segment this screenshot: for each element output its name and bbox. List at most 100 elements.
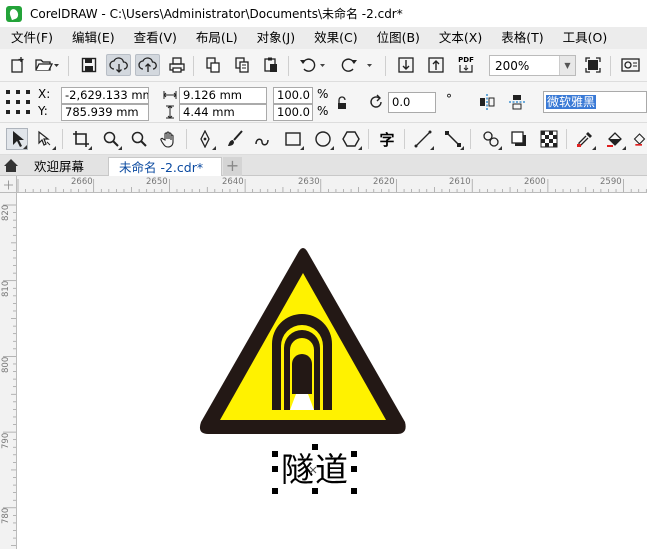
selection-handle[interactable] bbox=[312, 488, 318, 494]
ruler-label: 2650 bbox=[146, 177, 168, 187]
pan-tool-icon[interactable] bbox=[158, 128, 180, 150]
zoom-out-tool-icon[interactable] bbox=[128, 128, 150, 150]
selection-handle[interactable] bbox=[351, 451, 357, 457]
selection-handle[interactable] bbox=[312, 444, 318, 450]
ruler-label: 2640 bbox=[222, 177, 244, 187]
reference-point-grid-icon[interactable] bbox=[5, 89, 31, 115]
export-icon[interactable] bbox=[424, 54, 448, 76]
menu-object[interactable]: 对象(J) bbox=[246, 27, 303, 49]
interactive-fill-icon[interactable] bbox=[604, 128, 626, 150]
percent-label: % bbox=[317, 87, 329, 101]
percent-label: % bbox=[317, 104, 329, 118]
options-icon[interactable] bbox=[618, 54, 644, 76]
cloud-import-icon[interactable] bbox=[106, 54, 131, 76]
width-icon bbox=[163, 89, 177, 103]
artistic-media-icon[interactable] bbox=[224, 128, 246, 150]
ruler-label: 790 bbox=[1, 432, 11, 449]
ruler-label: 820 bbox=[1, 204, 11, 221]
window-title: CorelDRAW - C:\Users\Administrator\Docum… bbox=[30, 7, 403, 21]
selection-handle[interactable] bbox=[272, 451, 278, 457]
menu-file[interactable]: 文件(F) bbox=[0, 27, 61, 49]
menu-table[interactable]: 表格(T) bbox=[490, 27, 551, 49]
ellipse-tool-icon[interactable] bbox=[312, 128, 334, 150]
ruler-label: 2590 bbox=[600, 177, 622, 187]
rotation-angle-field[interactable]: 0.0 bbox=[388, 92, 436, 113]
menu-bitmaps[interactable]: 位图(B) bbox=[366, 27, 428, 49]
crop-tool-icon[interactable] bbox=[70, 128, 92, 150]
menu-layout[interactable]: 布局(L) bbox=[185, 27, 246, 49]
menu-view[interactable]: 查看(V) bbox=[123, 27, 185, 49]
zoom-level-combo[interactable]: 200% ▼ bbox=[489, 55, 576, 76]
coreldraw-app-icon bbox=[6, 5, 22, 22]
undo-icon[interactable] bbox=[296, 54, 330, 76]
pen-tool-icon[interactable] bbox=[194, 128, 216, 150]
full-screen-preview-icon[interactable] bbox=[582, 54, 604, 76]
selection-handle[interactable] bbox=[272, 488, 278, 494]
selection-center-marker bbox=[309, 466, 317, 474]
drawing-canvas[interactable]: 隧道 bbox=[18, 194, 647, 549]
new-document-icon[interactable] bbox=[6, 54, 30, 76]
height-icon bbox=[165, 105, 175, 122]
mirror-vertical-icon[interactable] bbox=[508, 93, 526, 114]
x-position-label: X: bbox=[38, 87, 51, 101]
open-folder-icon[interactable] bbox=[33, 54, 61, 76]
add-tab-icon[interactable]: + bbox=[223, 157, 242, 176]
ruler-origin[interactable] bbox=[0, 176, 17, 193]
selection-handle[interactable] bbox=[351, 488, 357, 494]
home-icon[interactable] bbox=[3, 158, 19, 176]
polygon-tool-icon[interactable] bbox=[340, 128, 362, 150]
scale-width-field[interactable]: 100.0 bbox=[273, 87, 313, 104]
menu-tools[interactable]: 工具(O) bbox=[552, 27, 616, 49]
degree-label: ° bbox=[446, 92, 452, 106]
height-field[interactable]: 4.44 mm bbox=[179, 104, 267, 121]
save-icon[interactable] bbox=[78, 54, 100, 76]
publish-pdf-button[interactable]: PDF bbox=[453, 54, 479, 76]
connector-tool-icon[interactable] bbox=[442, 128, 464, 150]
document-tabs: 欢迎屏幕 未命名 -2.cdr* + bbox=[0, 155, 647, 176]
tab-document[interactable]: 未命名 -2.cdr* bbox=[108, 157, 222, 176]
ruler-label: 780 bbox=[1, 507, 11, 524]
import-icon[interactable] bbox=[394, 54, 418, 76]
drop-shadow-tool-icon[interactable] bbox=[508, 128, 530, 150]
tunnel-warning-sign[interactable] bbox=[18, 194, 647, 549]
paste-icon[interactable] bbox=[260, 54, 282, 76]
width-field[interactable]: 9.126 mm bbox=[179, 87, 267, 104]
blend-tool-icon[interactable] bbox=[480, 128, 502, 150]
vertical-ruler[interactable]: 820 810 800 790 780 bbox=[0, 193, 17, 549]
curve-tool-icon[interactable] bbox=[252, 128, 274, 150]
rotate-icon bbox=[367, 93, 385, 114]
parallel-dimension-icon[interactable] bbox=[412, 128, 434, 150]
menu-edit[interactable]: 编辑(E) bbox=[61, 27, 123, 49]
font-list-field[interactable]: 微软雅黑 bbox=[543, 91, 647, 113]
smart-fill-icon[interactable] bbox=[632, 128, 647, 150]
scale-height-field[interactable]: 100.0 bbox=[273, 104, 313, 121]
text-tool-icon[interactable]: 字 bbox=[376, 128, 398, 150]
selection-handle[interactable] bbox=[272, 466, 278, 472]
y-position-field[interactable]: 785.939 mm bbox=[61, 104, 149, 121]
pick-tool-icon[interactable] bbox=[6, 128, 28, 150]
shape-tool-icon[interactable] bbox=[34, 128, 56, 150]
ruler-label: 2620 bbox=[373, 177, 395, 187]
ruler-label: 2630 bbox=[298, 177, 320, 187]
redo-icon[interactable] bbox=[337, 54, 377, 76]
tab-welcome-screen[interactable]: 欢迎屏幕 bbox=[24, 157, 94, 176]
standard-toolbar: PDF 200% ▼ bbox=[0, 49, 647, 82]
x-position-field[interactable]: -2,629.133 mm bbox=[61, 87, 149, 104]
rectangle-tool-icon[interactable] bbox=[282, 128, 304, 150]
y-position-label: Y: bbox=[38, 104, 48, 118]
cut-icon[interactable] bbox=[202, 54, 224, 76]
transparency-tool-icon[interactable] bbox=[538, 128, 560, 150]
cloud-export-icon[interactable] bbox=[135, 54, 160, 76]
mirror-horizontal-icon[interactable] bbox=[478, 93, 496, 114]
lock-ratio-icon[interactable] bbox=[336, 96, 348, 113]
menu-effects[interactable]: 效果(C) bbox=[303, 27, 365, 49]
copy-icon[interactable] bbox=[231, 54, 253, 76]
menu-text[interactable]: 文本(X) bbox=[428, 27, 490, 49]
selection-handle[interactable] bbox=[351, 466, 357, 472]
eyedropper-tool-icon[interactable] bbox=[574, 128, 596, 150]
pdf-label: PDF bbox=[458, 56, 474, 64]
chevron-down-icon[interactable]: ▼ bbox=[559, 56, 575, 75]
print-icon[interactable] bbox=[166, 54, 188, 76]
horizontal-ruler[interactable]: 2660 2650 2640 2630 2620 2610 2600 2590 bbox=[17, 176, 647, 193]
zoom-tool-icon[interactable] bbox=[100, 128, 122, 150]
